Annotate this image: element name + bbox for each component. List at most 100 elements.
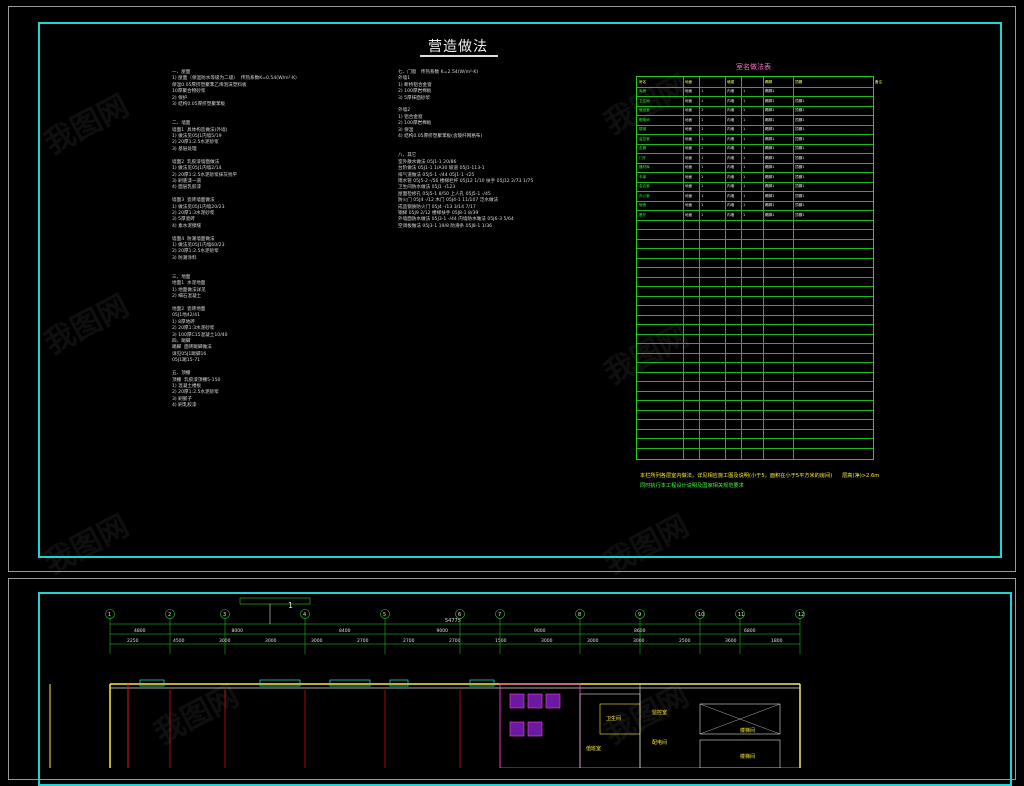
- table-cell: 1: [743, 89, 746, 93]
- table-row-line: [637, 352, 873, 354]
- table-row-line: [637, 143, 873, 145]
- dimension-text: 6800: [744, 628, 756, 634]
- table-row-line: [637, 115, 873, 116]
- table-cell: 内墙: [727, 127, 735, 131]
- table-row-line: [637, 428, 873, 430]
- dimension-text: 1500: [495, 638, 507, 644]
- table-cell: 踢脚1: [765, 174, 775, 179]
- table-cell: 内墙: [727, 89, 735, 93]
- axis-label: 7: [498, 612, 501, 618]
- table-cell: 1: [743, 127, 746, 131]
- table-cell: 地面: [685, 117, 693, 122]
- table-cell: 1: [743, 136, 746, 141]
- table-row-line: [637, 181, 873, 183]
- room-label-monitor: 监控室: [652, 709, 667, 716]
- table-row-line: [637, 381, 873, 382]
- table-cell: 1: [743, 212, 746, 217]
- table-cell: 内墙: [727, 184, 735, 188]
- table-header-cell: 备注: [875, 79, 883, 84]
- table-cell: 内墙: [727, 165, 735, 169]
- table-cell: 顶棚1: [795, 165, 805, 169]
- dimension-text: 9000: [437, 628, 449, 634]
- table-room-name: 楼梯: [639, 127, 647, 131]
- table-cell: 顶棚1: [795, 203, 805, 207]
- dimension-text: 2700: [403, 638, 415, 644]
- dimension-text: 8000: [232, 628, 244, 634]
- table-room-name: 库房: [639, 89, 647, 93]
- table-cell: 顶棚1: [795, 146, 805, 150]
- table-cell: 内墙: [727, 117, 735, 122]
- table-cell: 1: [701, 89, 704, 93]
- table-cell: 内墙: [727, 193, 735, 198]
- table-cell: 1: [701, 203, 704, 207]
- table-cell: 内墙: [727, 98, 735, 103]
- callout-number: 1: [288, 601, 293, 610]
- table-cell: 1: [701, 174, 704, 179]
- table-row-line: [637, 210, 873, 211]
- table-cell: 1: [743, 146, 746, 150]
- table-room-name: 器材库: [639, 165, 650, 169]
- table-cell: 顶棚1: [795, 184, 805, 188]
- table-cell: 地面: [685, 155, 693, 160]
- table-row-line: [637, 257, 873, 259]
- table-row-line: [637, 219, 873, 221]
- table-cell: 1: [743, 98, 746, 103]
- table-cell: 顶棚1: [795, 136, 805, 141]
- table-header-cell: 墙裙: [727, 79, 735, 84]
- table-cell: 内墙: [727, 212, 735, 217]
- table-room-name: 车库: [639, 174, 647, 179]
- table-note-2: 同时执行本工程设计说明及国家相关规范要求: [640, 483, 744, 489]
- table-cell: 1: [701, 108, 704, 112]
- table-cell: 顶棚1: [795, 117, 805, 122]
- dimension-text: 2500: [679, 638, 691, 644]
- dimension-text: 2700: [357, 638, 369, 644]
- table-row-line: [637, 371, 873, 373]
- table-row-line: [637, 400, 873, 401]
- table-row-line: [637, 324, 873, 325]
- table-room-name: 办公室: [639, 193, 650, 198]
- title-underline: [420, 55, 498, 57]
- table-row-line: [637, 362, 873, 363]
- table-cell: 地面: [685, 184, 693, 188]
- table-cell: 踢脚1: [765, 127, 775, 131]
- table-header-cell: 房名: [639, 79, 647, 84]
- table-row-line: [637, 162, 873, 164]
- dimension-text: 3000: [587, 638, 599, 644]
- room-finish-table-title: 室名做法表: [736, 63, 771, 71]
- table-cell: 踢脚1: [765, 117, 775, 122]
- table-cell: 1: [701, 193, 704, 198]
- table-room-name: 卫生间: [639, 98, 650, 103]
- table-cell: 1: [743, 193, 746, 198]
- axis-label: 1: [108, 612, 111, 618]
- table-note-1: 本栏所列各层室内做法，详见相应施工图及说明(小于5，面积在小于5平方米的房间) …: [640, 473, 880, 479]
- dimension-text: 8400: [339, 628, 351, 634]
- table-cell: 1: [701, 98, 704, 103]
- table-col-line: [725, 77, 726, 459]
- service-core: 卫生间 值班室: [499, 683, 641, 768]
- table-col-line: [763, 77, 764, 459]
- windows: [139, 679, 495, 687]
- table-cell: 地面: [685, 193, 693, 198]
- dimension-row-top: 4800 8000 8400 9000 9000 8600 6800: [134, 628, 756, 634]
- table-row-line: [637, 419, 873, 420]
- table-cell: 踢脚1: [765, 108, 775, 112]
- room-label-power: 配电间: [652, 739, 667, 746]
- table-cell: 地面: [685, 136, 693, 141]
- table-row-line: [637, 409, 873, 411]
- table-cell: 踢脚1: [765, 98, 775, 103]
- axis-label: 2: [168, 612, 171, 618]
- table-row-line: [637, 248, 873, 249]
- table-col-line: [741, 77, 742, 459]
- axis-label: 3: [223, 612, 226, 618]
- table-cell: 1: [743, 184, 746, 188]
- table-cell: 地面: [685, 212, 693, 217]
- room-label-toilet: 卫生间: [606, 715, 621, 722]
- table-header-cell: 顶棚: [795, 79, 803, 84]
- table-row-line: [637, 333, 873, 335]
- table-row-line: [637, 238, 873, 240]
- table-cell: 1: [701, 212, 704, 217]
- dimension-text: 2700: [449, 638, 461, 644]
- table-cell: 内墙: [727, 203, 735, 207]
- table-row-line: [637, 438, 873, 439]
- table-row-line: [637, 96, 873, 97]
